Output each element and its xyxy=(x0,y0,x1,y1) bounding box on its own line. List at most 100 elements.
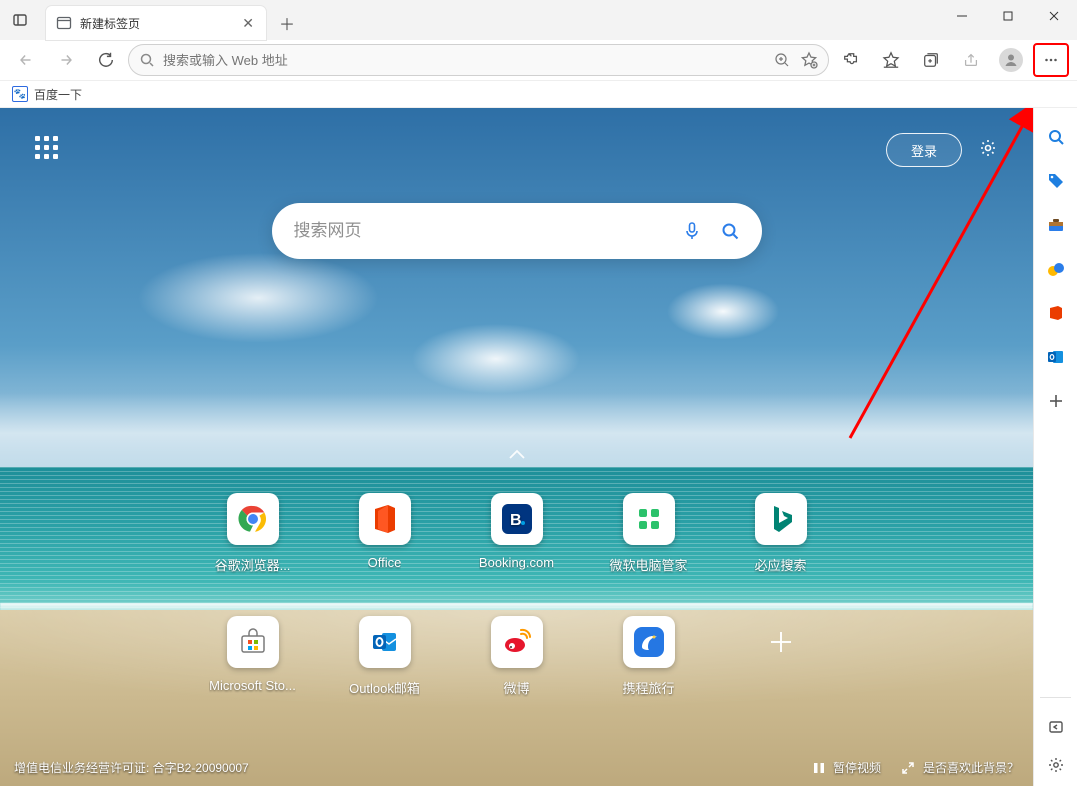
like-background-button[interactable]: 是否喜欢此背景？ xyxy=(901,759,1019,776)
settings-and-more-button[interactable] xyxy=(1033,43,1069,77)
office-icon xyxy=(372,504,398,534)
search-icon xyxy=(1047,128,1065,146)
tile-label: 微软电脑管家 xyxy=(609,555,687,574)
ntp-search-box[interactable] xyxy=(272,203,762,259)
sidebar-add[interactable] xyxy=(1045,390,1067,412)
tile-add[interactable] xyxy=(728,616,834,697)
tile-label: 谷歌浏览器... xyxy=(215,555,291,574)
profile-icon xyxy=(1003,52,1019,68)
tile-office[interactable]: Office xyxy=(332,493,438,574)
search-submit-icon[interactable] xyxy=(720,221,740,241)
bing-icon xyxy=(768,504,794,534)
sidebar-collapse[interactable] xyxy=(1045,716,1067,738)
pause-icon xyxy=(813,762,825,774)
more-icon xyxy=(1042,51,1060,69)
forward-button[interactable] xyxy=(48,43,84,77)
apps-launcher-button[interactable] xyxy=(35,136,63,164)
zoom-icon[interactable] xyxy=(774,52,790,68)
sidebar-shopping[interactable] xyxy=(1045,170,1067,192)
tile-bing[interactable]: 必应搜索 xyxy=(728,493,834,574)
collapse-icon xyxy=(1048,719,1064,735)
pcmanager-icon xyxy=(634,504,664,534)
profile-button[interactable] xyxy=(993,43,1029,77)
tile-chrome[interactable]: 谷歌浏览器... xyxy=(200,493,306,574)
favorites-bar: 🐾 百度一下 xyxy=(0,80,1077,108)
outlook-icon xyxy=(370,627,400,657)
ctrip-icon xyxy=(634,627,664,657)
ntp-settings-button[interactable] xyxy=(978,138,998,163)
plus-icon xyxy=(1048,393,1064,409)
expand-icon xyxy=(901,761,915,775)
toolbar xyxy=(0,40,1077,80)
tile-label: 微博 xyxy=(503,678,529,697)
tab-newtab[interactable]: 新建标签页 ✕ xyxy=(46,6,266,40)
tab-title: 新建标签页 xyxy=(80,15,140,32)
edge-sidebar xyxy=(1033,108,1077,786)
ntp-search-input[interactable] xyxy=(294,221,682,241)
address-bar[interactable] xyxy=(128,44,829,76)
games-icon xyxy=(1047,260,1065,278)
back-button[interactable] xyxy=(8,43,44,77)
collapse-tiles-button[interactable] xyxy=(507,448,527,466)
tab-actions-button[interactable] xyxy=(0,0,40,40)
gear-icon xyxy=(978,138,998,158)
sidebar-separator xyxy=(1040,697,1071,698)
outlook-icon xyxy=(1047,348,1065,366)
license-text: 增值电信业务经营许可证: 合字B2-20090007 xyxy=(14,759,249,776)
msstore-icon xyxy=(238,627,268,657)
refresh-button[interactable] xyxy=(88,43,124,77)
microphone-icon[interactable] xyxy=(682,221,702,241)
weibo-icon xyxy=(502,627,532,657)
extensions-button[interactable] xyxy=(833,43,869,77)
window-close-button[interactable] xyxy=(1031,0,1077,32)
window-minimize-button[interactable] xyxy=(939,0,985,32)
search-icon xyxy=(139,52,155,68)
pause-video-button[interactable]: 暂停视频 xyxy=(813,759,881,776)
quick-links-grid: 谷歌浏览器... Office B Booking.com 微软电脑管家 必应搜… xyxy=(200,493,834,697)
tile-pcmanager[interactable]: 微软电脑管家 xyxy=(596,493,702,574)
sidebar-outlook[interactable] xyxy=(1045,346,1067,368)
sidebar-search[interactable] xyxy=(1045,126,1067,148)
ntp-footer: 增值电信业务经营许可证: 合字B2-20090007 暂停视频 是否喜欢此背景？ xyxy=(0,759,1033,776)
tile-weibo[interactable]: 微博 xyxy=(464,616,570,697)
sign-in-label: 登录 xyxy=(911,141,937,160)
favorites-button[interactable] xyxy=(873,43,909,77)
new-tab-button[interactable]: ＋ xyxy=(272,8,302,38)
tile-booking[interactable]: B Booking.com xyxy=(464,493,570,574)
svg-text:B: B xyxy=(510,512,522,529)
tag-icon xyxy=(1047,172,1065,190)
baidu-favicon-icon: 🐾 xyxy=(12,86,28,102)
sidebar-office[interactable] xyxy=(1045,302,1067,324)
sidebar-settings[interactable] xyxy=(1045,754,1067,776)
chrome-icon xyxy=(238,504,268,534)
tile-label: Booking.com xyxy=(479,555,554,570)
sidebar-games[interactable] xyxy=(1045,258,1067,280)
newtab-favicon-icon xyxy=(56,15,72,31)
chevron-up-icon xyxy=(507,449,527,461)
tile-msstore[interactable]: Microsoft Sto... xyxy=(200,616,306,697)
collections-button[interactable] xyxy=(913,43,949,77)
window-maximize-button[interactable] xyxy=(985,0,1031,32)
sidebar-tools[interactable] xyxy=(1045,214,1067,236)
share-button[interactable] xyxy=(953,43,989,77)
tile-ctrip[interactable]: 携程旅行 xyxy=(596,616,702,697)
tile-label: Office xyxy=(368,555,402,570)
plus-icon xyxy=(767,628,795,656)
tile-outlook[interactable]: Outlook邮箱 xyxy=(332,616,438,697)
address-input[interactable] xyxy=(163,53,766,68)
briefcase-icon xyxy=(1047,216,1065,234)
titlebar: 新建标签页 ✕ ＋ xyxy=(0,0,1077,40)
tile-label: 携程旅行 xyxy=(622,678,674,697)
pause-video-label: 暂停视频 xyxy=(833,759,881,776)
window-controls xyxy=(939,0,1077,32)
like-background-label: 是否喜欢此背景？ xyxy=(923,759,1019,776)
sign-in-button[interactable]: 登录 xyxy=(886,133,962,167)
booking-icon: B xyxy=(502,504,532,534)
office-icon xyxy=(1048,305,1064,321)
tile-label: 必应搜索 xyxy=(754,555,806,574)
tab-close-button[interactable]: ✕ xyxy=(240,15,256,32)
tile-label: Microsoft Sto... xyxy=(209,678,296,693)
gear-icon xyxy=(1047,756,1065,774)
favorites-item-baidu[interactable]: 百度一下 xyxy=(34,86,82,103)
add-favorite-icon[interactable] xyxy=(800,51,818,69)
